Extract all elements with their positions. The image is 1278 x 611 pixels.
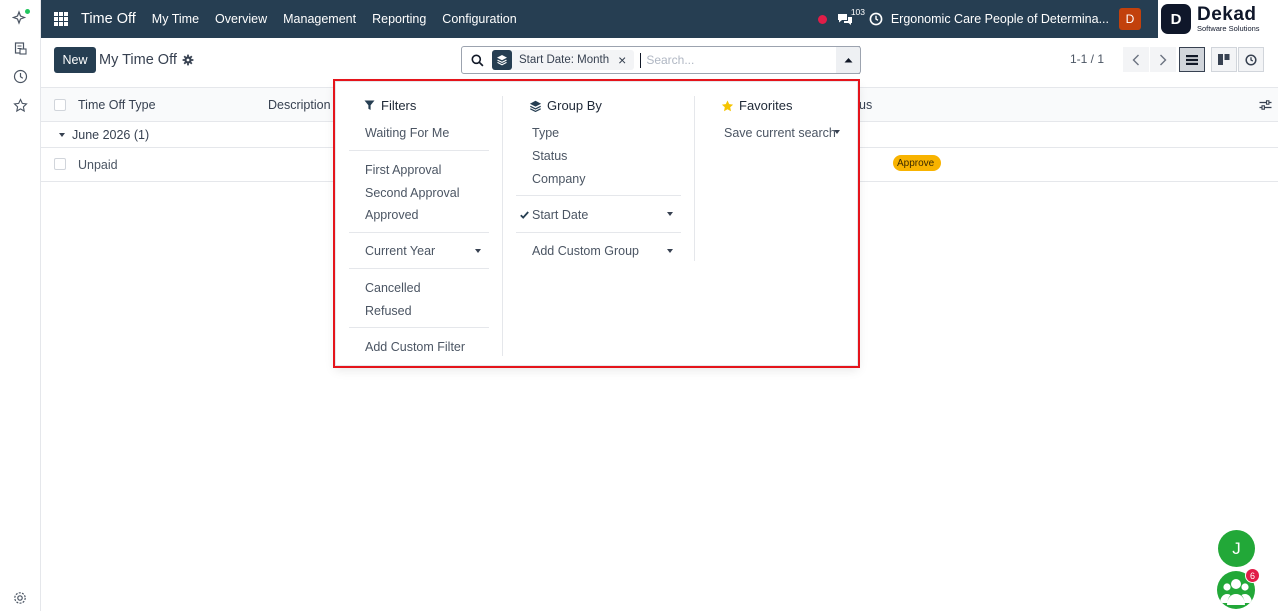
- divider: [516, 232, 681, 233]
- group-by-type[interactable]: Type: [532, 126, 559, 140]
- menu-item-reporting[interactable]: Reporting: [372, 12, 426, 26]
- layers-icon: [528, 100, 542, 112]
- add-custom-group[interactable]: Add Custom Group: [532, 244, 639, 258]
- filter-refused[interactable]: Refused: [365, 304, 412, 318]
- search-facet: Start Date: Month ×: [492, 50, 635, 70]
- logo-tagline: Software Solutions: [1197, 24, 1260, 34]
- group-by-company[interactable]: Company: [532, 172, 586, 186]
- menu-item-configuration[interactable]: Configuration: [442, 12, 516, 26]
- layers-icon: [492, 50, 512, 70]
- menu-item-my-time[interactable]: My Time: [152, 12, 199, 26]
- breadcrumb: My Time Off: [99, 52, 194, 68]
- current-year-caret-icon[interactable]: [475, 249, 481, 253]
- filter-approved[interactable]: Approved: [365, 208, 419, 222]
- divider: [349, 150, 489, 151]
- group-by-status[interactable]: Status: [532, 149, 567, 163]
- menu-item-overview[interactable]: Overview: [215, 12, 267, 26]
- menu-item-management[interactable]: Management: [283, 12, 356, 26]
- filter-cancelled[interactable]: Cancelled: [365, 281, 421, 295]
- filter-current-year[interactable]: Current Year: [365, 244, 435, 258]
- left-rail: [0, 0, 41, 611]
- pager-value[interactable]: 1-1 / 1: [1070, 52, 1104, 66]
- navbar-systray: 103 Ergonomic Care People of Determina..…: [817, 0, 1158, 38]
- main-menu: My Time Overview Management Reporting Co…: [152, 12, 533, 26]
- notification-badge: 6: [1245, 568, 1260, 583]
- caret-up-icon: [844, 58, 852, 63]
- messages-count: 103: [850, 6, 866, 17]
- row-time-off-type: Unpaid: [78, 158, 118, 172]
- filter-waiting-for-me[interactable]: Waiting For Me: [365, 126, 449, 140]
- new-button[interactable]: New: [54, 47, 96, 73]
- floating-user-avatar[interactable]: J: [1218, 530, 1255, 567]
- status-badge: Approve: [893, 155, 942, 171]
- kanban-view-button[interactable]: [1211, 47, 1237, 72]
- column-time-off-type[interactable]: Time Off Type: [78, 98, 156, 112]
- filter-funnel-icon: [362, 100, 376, 111]
- pager-previous-button[interactable]: [1123, 47, 1149, 72]
- online-dot-icon: [25, 9, 30, 14]
- group-by-start-date[interactable]: Start Date: [532, 208, 588, 222]
- activity-clock-view-icon: [1245, 53, 1257, 66]
- group-label: June 2026 (1): [72, 128, 150, 142]
- top-navbar: Time Off My Time Overview Management Rep…: [41, 0, 1158, 38]
- chevron-left-icon: [1132, 54, 1139, 65]
- add-custom-filter[interactable]: Add Custom Filter: [365, 340, 465, 354]
- search-options-dropdown: Filters Waiting For Me First Approval Se…: [335, 81, 858, 366]
- favorite-star-icon: [720, 100, 734, 112]
- column-status[interactable]: us: [859, 98, 872, 112]
- kanban-icon: [1218, 54, 1230, 65]
- checkmark-icon: [520, 208, 529, 222]
- save-current-search[interactable]: Save current search: [724, 126, 836, 140]
- search-icon[interactable]: [471, 54, 484, 67]
- chevron-right-icon: [1160, 54, 1167, 65]
- group-expand-caret-icon: [59, 133, 65, 137]
- save-search-caret-icon[interactable]: [834, 130, 840, 134]
- divider: [349, 327, 489, 328]
- divider: [516, 195, 681, 196]
- filter-second-approval[interactable]: Second Approval: [365, 186, 460, 200]
- company-logo: D Dekad Software Solutions: [1158, 0, 1278, 38]
- favorites-header: Favorites: [720, 98, 792, 113]
- search-bar: Start Date: Month ×: [461, 46, 860, 74]
- pager-next-button[interactable]: [1150, 47, 1176, 72]
- user-avatar[interactable]: D: [1119, 8, 1141, 30]
- star-icon[interactable]: [11, 96, 29, 114]
- list-view-button[interactable]: [1179, 47, 1205, 72]
- search-options-toggle[interactable]: [836, 46, 861, 74]
- actions-gear-icon[interactable]: [182, 54, 194, 66]
- activity-clock-icon[interactable]: [869, 12, 883, 26]
- column-divider: [502, 96, 503, 356]
- page-title: My Time Off: [99, 52, 177, 68]
- divider: [349, 232, 489, 233]
- settings-gear-icon[interactable]: [11, 589, 29, 607]
- optional-columns-icon[interactable]: [1259, 99, 1272, 114]
- activity-view-button[interactable]: [1238, 47, 1264, 72]
- text-cursor: [640, 52, 642, 68]
- logo-mark-icon: D: [1161, 4, 1191, 34]
- column-description[interactable]: Description: [268, 98, 331, 112]
- group-by-header: Group By: [528, 98, 602, 113]
- logo-name: Dekad: [1197, 4, 1257, 26]
- remove-facet-icon[interactable]: ×: [618, 53, 626, 67]
- app-grid-icon[interactable]: [54, 12, 68, 26]
- sparkle-icon[interactable]: [11, 9, 30, 27]
- app-name[interactable]: Time Off: [81, 11, 136, 27]
- filter-first-approval[interactable]: First Approval: [365, 163, 441, 177]
- filters-header: Filters: [362, 98, 416, 113]
- inbox-icon[interactable]: [11, 39, 29, 57]
- divider: [349, 268, 489, 269]
- custom-group-caret-icon[interactable]: [667, 249, 673, 253]
- app-root: Time Off My Time Overview Management Rep…: [0, 0, 1278, 611]
- row-checkbox[interactable]: [54, 158, 66, 170]
- list-icon: [1186, 54, 1198, 65]
- facet-label: Start Date: Month: [519, 54, 610, 66]
- select-all-checkbox[interactable]: [54, 99, 66, 111]
- recording-dot-icon[interactable]: [817, 14, 827, 24]
- messages-button[interactable]: 103: [837, 7, 865, 26]
- start-date-caret-icon[interactable]: [667, 212, 673, 216]
- search-input[interactable]: [646, 53, 859, 67]
- column-divider: [694, 96, 695, 261]
- clock-icon[interactable]: [11, 67, 29, 85]
- company-switcher[interactable]: Ergonomic Care People of Determina...: [891, 12, 1109, 26]
